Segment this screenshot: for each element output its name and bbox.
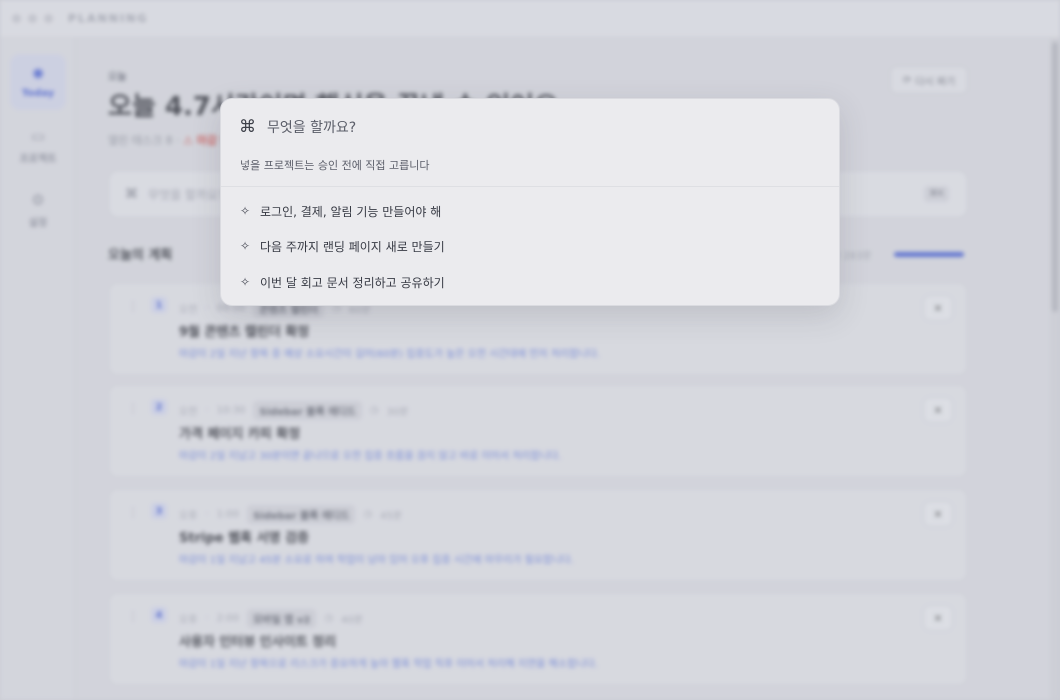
suggestion-item[interactable]: ✧ 다음 주까지 랜딩 페이지 새로 만들기 <box>229 230 833 262</box>
divider <box>221 186 839 187</box>
suggestion-label: 로그인, 결제, 알림 기능 만들어야 해 <box>260 204 442 219</box>
suggestion-item[interactable]: ✧ 이번 달 회고 문서 정리하고 공유하기 <box>229 266 833 298</box>
command-palette-header: ⌘ <box>221 99 839 157</box>
suggestion-label: 다음 주까지 랜딩 페이지 새로 만들기 <box>260 239 445 254</box>
suggestion-item[interactable]: ✧ 로그인, 결제, 알림 기능 만들어야 해 <box>229 195 833 227</box>
sparkle-icon: ✧ <box>240 275 251 289</box>
sparkle-icon: ✧ <box>240 204 251 218</box>
suggestion-label: 이번 달 회고 문서 정리하고 공유하기 <box>260 275 445 290</box>
command-palette: ⌘ 넣을 프로젝트는 승인 전에 직접 고릅니다 ✧ 로그인, 결제, 알림 기… <box>220 98 840 306</box>
command-palette-input[interactable] <box>267 117 807 139</box>
command-palette-hint: 넣을 프로젝트는 승인 전에 직접 고릅니다 <box>240 159 430 172</box>
command-icon: ⌘ <box>239 117 256 137</box>
sparkle-icon: ✧ <box>240 239 251 253</box>
